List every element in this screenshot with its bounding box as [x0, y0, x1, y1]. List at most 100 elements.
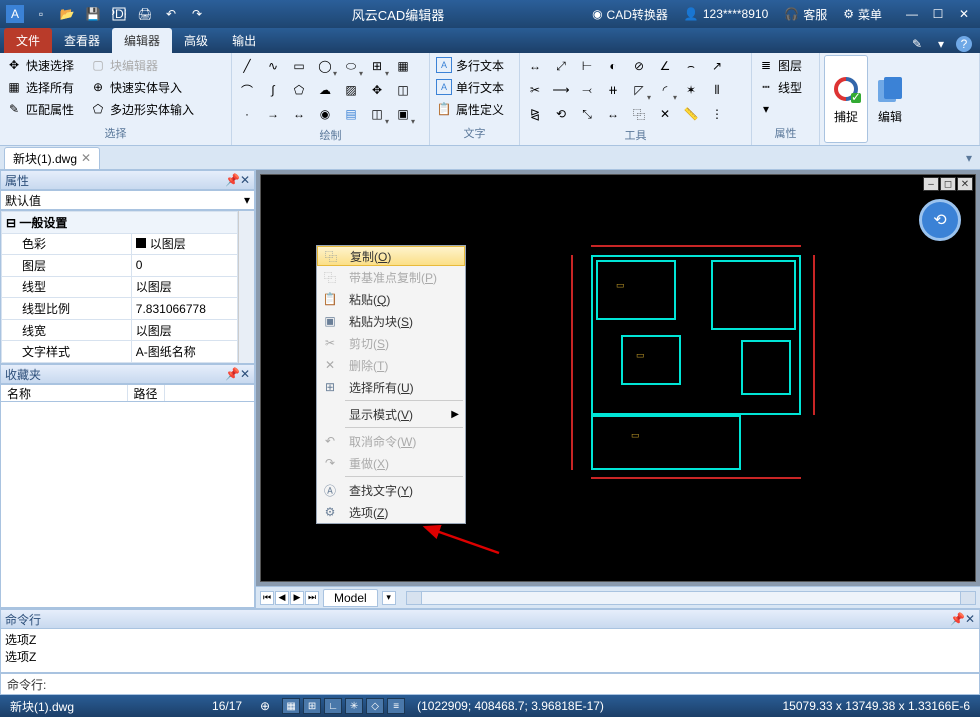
block-editor-button[interactable]: ▢块编辑器: [88, 55, 160, 75]
prop-value[interactable]: 以图层: [131, 233, 237, 255]
mtext-button[interactable]: A多行文本: [434, 55, 515, 75]
props-panel-header[interactable]: 属性 📌 ✕: [0, 170, 255, 190]
col-path[interactable]: 路径: [128, 385, 165, 401]
support-button[interactable]: 🎧客服: [780, 4, 831, 25]
circle-icon[interactable]: ◯▾: [314, 55, 336, 77]
explode-icon[interactable]: ✶: [680, 79, 702, 101]
ortho-toggle-icon[interactable]: ∟: [324, 698, 342, 714]
dim-radius-icon[interactable]: ◐: [602, 55, 624, 77]
chamfer-icon[interactable]: ◸▾: [628, 79, 650, 101]
table-icon[interactable]: ▤: [340, 103, 362, 125]
dim-angular-icon[interactable]: ∠: [654, 55, 676, 77]
model-tab[interactable]: Model: [323, 589, 378, 607]
maximize-button[interactable]: ☐: [926, 4, 950, 24]
grid-toggle-icon[interactable]: ⊞: [303, 698, 321, 714]
prop-row[interactable]: 色彩以图层: [2, 233, 238, 255]
block-insert-icon[interactable]: ◫: [392, 79, 414, 101]
edit-button[interactable]: 编辑: [868, 55, 912, 143]
stext-button[interactable]: A单行文本: [434, 77, 515, 97]
donut-icon[interactable]: ◉: [314, 103, 336, 125]
doc-tab[interactable]: 新块(1).dwg ✕: [4, 147, 100, 169]
xline-icon[interactable]: ↔: [288, 103, 310, 125]
model-tab-dd[interactable]: ▾: [382, 591, 396, 605]
menu-item[interactable]: 📋粘贴(Q): [317, 288, 465, 310]
prop-value[interactable]: A-图纸名称: [131, 341, 237, 363]
help-icon[interactable]: ?: [956, 36, 972, 52]
property-grid[interactable]: ⊟ 一般设置 色彩以图层图层0线型以图层线型比例7.831066778线宽以图层…: [0, 210, 255, 364]
cmd-header[interactable]: 命令行 📌 ✕: [0, 609, 980, 629]
prop-row[interactable]: 文字样式A-图纸名称: [2, 341, 238, 363]
polygon-import-button[interactable]: ⬠多边形实体输入: [88, 99, 196, 119]
fillet-icon[interactable]: ◜▾: [654, 79, 676, 101]
nav-last-icon[interactable]: ⏭: [305, 591, 319, 605]
snap-toggle-icon[interactable]: ▦: [282, 698, 300, 714]
customize-icon[interactable]: ✎: [908, 35, 926, 53]
pin-icon[interactable]: 📌: [225, 367, 240, 381]
status-cursor[interactable]: ⊕: [254, 699, 276, 713]
menu-item[interactable]: ⿻复制(O): [317, 246, 465, 266]
nav-first-icon[interactable]: ⏮: [260, 591, 274, 605]
dim-aligned-icon[interactable]: ⤢: [550, 55, 572, 77]
nav-badge-icon[interactable]: ⟲: [919, 199, 961, 241]
tab-advanced[interactable]: 高级: [172, 28, 220, 53]
fav-panel-header[interactable]: 收藏夹 📌 ✕: [0, 364, 255, 384]
polygon-tool-icon[interactable]: ⬠: [288, 79, 310, 101]
polyline-icon[interactable]: ∿: [262, 55, 284, 77]
export-pdf-icon[interactable]: PDF: [108, 3, 130, 25]
leader-icon[interactable]: ↗: [706, 55, 728, 77]
pin-icon[interactable]: 📌: [225, 173, 240, 187]
prop-row[interactable]: 线宽以图层: [2, 319, 238, 341]
select-all-button[interactable]: ▦选择所有: [4, 77, 76, 97]
menu-item[interactable]: ⚙选项(Z): [317, 501, 465, 523]
quick-select-button[interactable]: ✥快速选择: [4, 55, 76, 75]
point-icon[interactable]: ·: [236, 103, 258, 125]
minimize-button[interactable]: ―: [900, 4, 924, 24]
move-icon[interactable]: ✥: [366, 79, 388, 101]
copy-tool-icon[interactable]: ⿻: [628, 103, 650, 125]
trim-icon[interactable]: ✂: [524, 79, 546, 101]
nav-prev-icon[interactable]: ◀: [275, 591, 289, 605]
attdef-button[interactable]: 📋属性定义: [434, 99, 515, 119]
offset-icon[interactable]: ⫴: [706, 79, 728, 101]
drawing-canvas[interactable]: – ◻ ✕ ⟲ ▭ ▭ ▭ ⿻复制(O)⿻: [260, 174, 976, 582]
prop-category[interactable]: ⊟ 一般设置: [2, 212, 238, 234]
prop-value[interactable]: 0: [131, 255, 237, 277]
new-icon[interactable]: ▫: [30, 3, 52, 25]
dim-linear-icon[interactable]: ↔: [524, 55, 546, 77]
close-panel-icon[interactable]: ✕: [240, 173, 250, 187]
dim-diameter-icon[interactable]: ⊘: [628, 55, 650, 77]
prop-value[interactable]: 以图层: [131, 319, 237, 341]
nav-next-icon[interactable]: ▶: [290, 591, 304, 605]
prop-value[interactable]: 以图层: [131, 276, 237, 298]
tab-output[interactable]: 输出: [220, 28, 268, 53]
divide-icon[interactable]: ⋮: [706, 103, 728, 125]
linetype-button[interactable]: ┉线型: [756, 77, 815, 97]
array-icon[interactable]: ⊞▾: [366, 55, 388, 77]
match-props-button[interactable]: ✎匹配属性: [4, 99, 76, 119]
close-doc-icon[interactable]: ✕: [81, 151, 91, 165]
snap-button[interactable]: ✓ 捕捉: [824, 55, 868, 143]
layer-button[interactable]: ≣图层: [756, 55, 815, 75]
prop-row[interactable]: 线型比例7.831066778: [2, 298, 238, 320]
canvas-close-icon[interactable]: ✕: [957, 177, 973, 191]
tab-editor[interactable]: 编辑器: [112, 28, 172, 53]
rect-icon[interactable]: ▭: [288, 55, 310, 77]
osnap-toggle-icon[interactable]: ◇: [366, 698, 384, 714]
app-icon[interactable]: A: [4, 3, 26, 25]
close-panel-icon[interactable]: ✕: [965, 612, 975, 626]
break-icon[interactable]: ⤙: [576, 79, 598, 101]
mirror-icon[interactable]: ⧎: [524, 103, 546, 125]
prop-row[interactable]: 图层0: [2, 255, 238, 277]
canvas-min-icon[interactable]: –: [923, 177, 939, 191]
menu-item[interactable]: ⊞选择所有(U): [317, 376, 465, 398]
entity-import-button[interactable]: ⊕快速实体导入: [88, 77, 184, 97]
col-name[interactable]: 名称: [1, 385, 128, 401]
ray-icon[interactable]: →: [262, 103, 284, 125]
menu-item[interactable]: ▣粘贴为块(S): [317, 310, 465, 332]
open-icon[interactable]: 📂: [56, 3, 78, 25]
expand-tabs-icon[interactable]: ▾: [962, 151, 976, 165]
join-icon[interactable]: ⧺: [602, 79, 624, 101]
wipeout-icon[interactable]: ▣▾: [392, 103, 414, 125]
redo-icon[interactable]: ↷: [186, 3, 208, 25]
save-icon[interactable]: 💾: [82, 3, 104, 25]
